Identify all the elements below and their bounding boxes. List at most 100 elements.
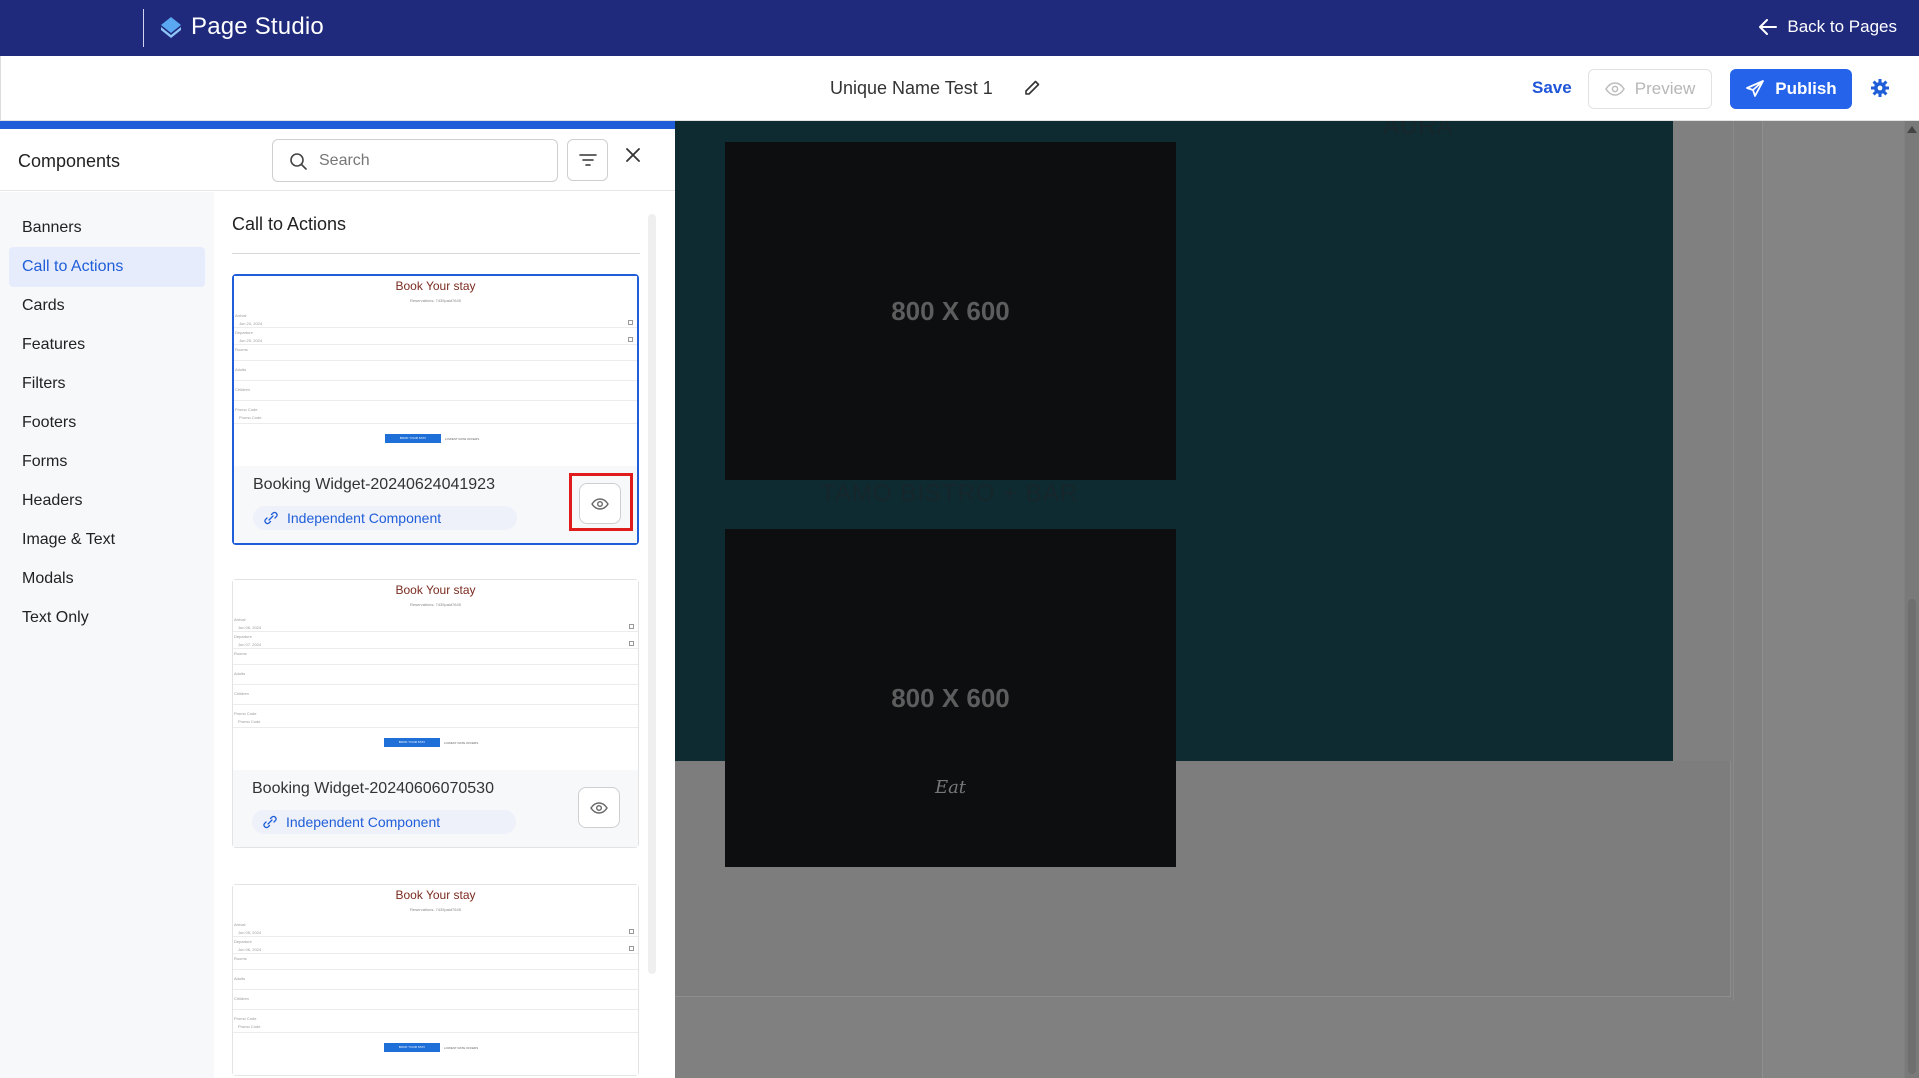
- section-divider: [232, 253, 640, 254]
- edit-pencil-icon[interactable]: [1023, 79, 1041, 97]
- thumb-title: Book Your stay: [395, 279, 476, 293]
- component-card[interactable]: Book Your stay Reservations: 7435paid764…: [232, 579, 639, 848]
- publish-label: Publish: [1775, 79, 1837, 98]
- thumb-label: Rooms: [234, 651, 247, 656]
- badge-label: Independent Component: [287, 510, 442, 526]
- section-title: Call to Actions: [232, 214, 347, 234]
- page-canvas: AURA 800 X 600 TAMO BISTRO + BAR 800 X 6…: [675, 121, 1919, 1078]
- search-box[interactable]: [272, 139, 558, 182]
- thumb-field-line: [234, 400, 637, 401]
- canvas-heading-mid: TAMO BISTRO + BAR: [821, 480, 1079, 507]
- thumb-label: Arrival: [234, 922, 246, 927]
- thumb-book-note: LOWEST RATE OFFERS: [445, 437, 480, 441]
- thumb-field-line: [233, 648, 638, 649]
- thumb-label: Adults: [234, 976, 246, 981]
- category-filters[interactable]: Filters: [9, 364, 205, 404]
- canvas-heading-top: AURA: [1383, 121, 1454, 140]
- category-features[interactable]: Features: [9, 325, 205, 365]
- filter-icon: [578, 154, 597, 166]
- thumb-label: Rooms: [234, 956, 247, 961]
- thumb-label: Departure: [234, 634, 252, 639]
- component-card[interactable]: Book Your stay Reservations: 7435paid764…: [232, 274, 639, 545]
- eye-icon: [1604, 82, 1625, 96]
- calendar-icon: [628, 320, 633, 325]
- independent-component-badge: Independent Component: [253, 506, 517, 530]
- back-to-pages-label: Back to Pages: [1787, 17, 1897, 36]
- image-placeholder-2: 800 X 600 Eat: [725, 529, 1176, 867]
- thumb-field-line: [233, 936, 638, 937]
- category-cards[interactable]: Cards: [9, 286, 205, 326]
- thumb-field-line: [234, 327, 637, 328]
- thumb-subtitle: Reservations: 7435paid7645: [410, 907, 461, 912]
- send-icon: [1746, 80, 1765, 97]
- thumb-field-line: [233, 704, 638, 705]
- thumb-field-line: [233, 989, 638, 990]
- category-text-only[interactable]: Text Only: [9, 598, 205, 638]
- thumb-title: Book Your stay: [395, 583, 476, 597]
- thumb-value: Jun 25, 2024: [239, 338, 263, 343]
- page-toolbar: Unique Name Test 1 Save Preview Publish: [0, 56, 1919, 121]
- app-title: Page Studio: [191, 13, 324, 40]
- thumb-value: Jun 05, 2024: [238, 930, 262, 935]
- thumb-subtitle: Reservations: 7435paid7645: [410, 602, 461, 607]
- category-forms[interactable]: Forms: [9, 442, 205, 482]
- components-panel: Components Banners Call to Actions Cards…: [0, 121, 675, 1078]
- thumb-label: Departure: [234, 939, 252, 944]
- component-thumbnail: Book Your stay Reservations: 7435paid764…: [234, 276, 637, 466]
- thumb-label: Departure: [235, 330, 253, 335]
- category-banners[interactable]: Banners: [9, 208, 205, 248]
- category-headers[interactable]: Headers: [9, 481, 205, 521]
- thumb-label: Rooms: [235, 347, 248, 352]
- thumb-field-line: [233, 727, 638, 728]
- preview-component-button[interactable]: [578, 787, 620, 828]
- canvas-scrollbar-thumb[interactable]: [1908, 599, 1916, 1074]
- settings-gear-icon[interactable]: [1870, 78, 1890, 98]
- back-to-pages-link[interactable]: Back to Pages: [1759, 17, 1897, 37]
- calendar-icon: [628, 337, 633, 342]
- thumb-label: Adults: [234, 671, 246, 676]
- publish-button[interactable]: Publish: [1730, 69, 1852, 109]
- search-input[interactable]: [319, 151, 539, 170]
- arrow-left-icon: [1759, 19, 1778, 35]
- independent-component-badge: Independent Component: [252, 810, 516, 834]
- thumb-book-button: BOOK YOUR STAY: [385, 434, 441, 443]
- highlight-box: [569, 473, 633, 531]
- save-button[interactable]: Save: [1532, 78, 1572, 98]
- search-icon: [290, 152, 307, 170]
- component-list: Call to Actions Book Your stay Reservati…: [215, 192, 675, 1078]
- category-list: Banners Call to Actions Cards Features F…: [0, 192, 214, 1078]
- scroll-up-arrow[interactable]: [1907, 126, 1917, 133]
- thumb-label: Promo Code: [235, 407, 258, 412]
- thumb-label: Promo Code: [234, 711, 257, 716]
- filter-button[interactable]: [567, 139, 608, 181]
- thumb-label: Arrival: [234, 617, 246, 622]
- category-modals[interactable]: Modals: [9, 559, 205, 599]
- placeholder-size-label: 800 X 600: [891, 295, 1010, 326]
- thumb-field-line: [233, 1032, 638, 1033]
- thumb-book-note: LOWEST RATE OFFERS: [444, 741, 479, 745]
- image-placeholder-1: 800 X 600: [725, 142, 1176, 480]
- category-image-and-text[interactable]: Image & Text: [9, 520, 205, 560]
- category-footers[interactable]: Footers: [9, 403, 205, 443]
- close-icon[interactable]: [625, 147, 641, 163]
- thumb-book-button: BOOK YOUR STAY: [384, 1043, 440, 1052]
- thumb-value: Jun 07, 2024: [238, 642, 262, 647]
- component-card-footer: Booking Widget-20240624041923 Independen…: [234, 466, 637, 543]
- thumb-field-line: [233, 631, 638, 632]
- calendar-icon: [629, 946, 634, 951]
- preview-label: Preview: [1634, 79, 1696, 98]
- preview-button[interactable]: Preview: [1588, 69, 1712, 109]
- thumb-label: Adults: [235, 367, 247, 372]
- link-broken-icon: [264, 511, 278, 525]
- thumb-book-note: LOWEST RATE OFFERS: [444, 1046, 479, 1050]
- thumb-field-line: [234, 423, 637, 424]
- components-title: Components: [18, 151, 121, 171]
- calendar-icon: [629, 624, 634, 629]
- app-logo-icon: [161, 17, 181, 38]
- thumb-field-line: [233, 1009, 638, 1010]
- component-name: Booking Widget-20240624041923: [253, 476, 495, 493]
- component-card[interactable]: Book Your stay Reservations: 7435paid764…: [232, 884, 639, 1076]
- thumb-field-line: [233, 664, 638, 665]
- component-list-scrollbar[interactable]: [648, 214, 656, 974]
- category-call-to-actions[interactable]: Call to Actions: [9, 247, 205, 287]
